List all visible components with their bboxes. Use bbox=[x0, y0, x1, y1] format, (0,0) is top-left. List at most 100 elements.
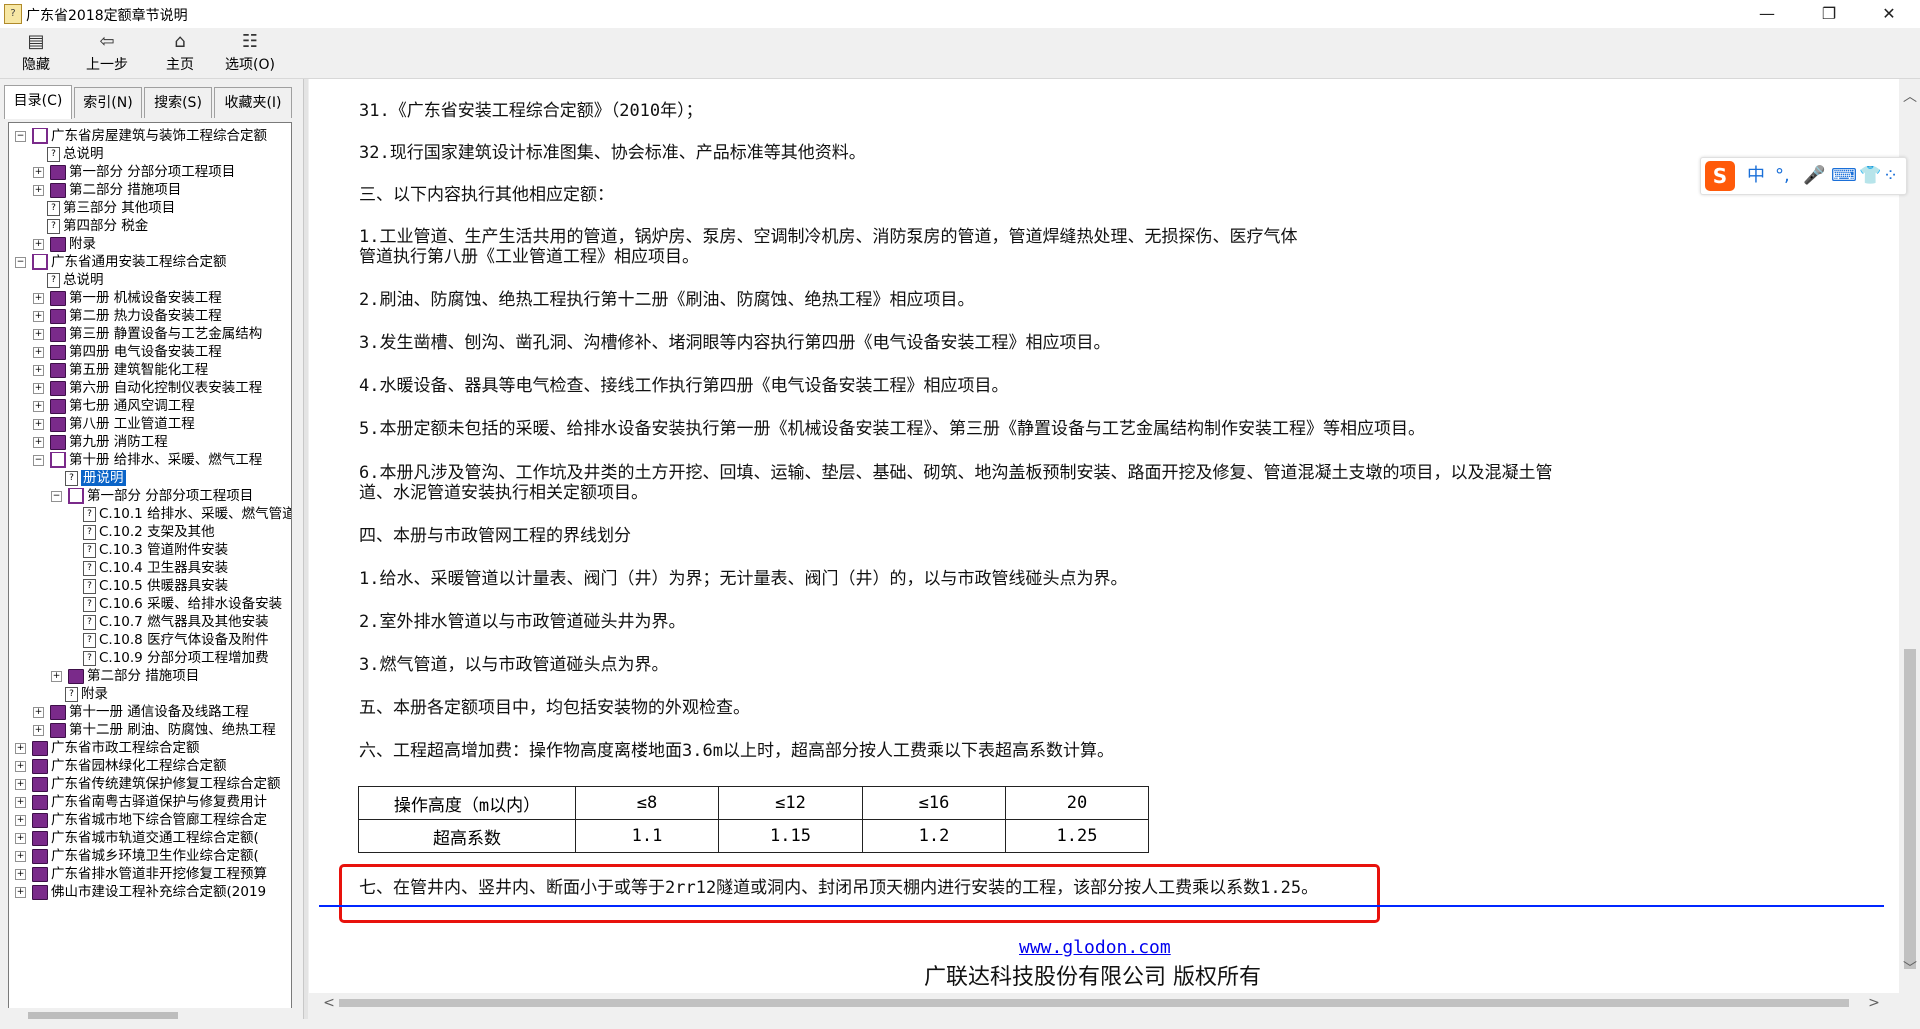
scroll-down-icon[interactable]: ﹀ bbox=[1900, 959, 1920, 979]
options-button[interactable]: ☷ 选项(O) bbox=[220, 30, 280, 76]
tab-favorites[interactable]: 收藏夹(I) bbox=[214, 87, 292, 118]
expand-icon[interactable]: + bbox=[15, 886, 26, 898]
expand-icon[interactable]: + bbox=[15, 796, 26, 808]
tree-item[interactable]: + 广东省园林绿化工程综合定额 bbox=[15, 757, 227, 775]
contents-tree[interactable]: − 广东省房屋建筑与装饰工程综合定额? 总说明 + 第一部分 分部分项工程项目 + 第二部分… bbox=[8, 122, 292, 1009]
tree-item[interactable]: + 广东省城市地下综合管廊工程综合定 bbox=[15, 811, 267, 829]
tree-item[interactable]: − 广东省房屋建筑与装饰工程综合定额 bbox=[15, 127, 267, 145]
expand-icon[interactable]: + bbox=[33, 184, 44, 196]
expand-icon[interactable]: + bbox=[33, 400, 44, 412]
scroll-right-icon[interactable]: > bbox=[1864, 993, 1884, 1013]
tree-item[interactable]: − 第十册 给排水、采暖、燃气工程 bbox=[33, 451, 262, 469]
collapse-icon[interactable]: − bbox=[15, 130, 26, 142]
tree-item[interactable]: ? 总说明 bbox=[47, 271, 104, 289]
tree-item[interactable]: ? C.10.8 医疗气体设备及附件 bbox=[83, 631, 269, 649]
tree-item[interactable]: + 第八册 工业管道工程 bbox=[33, 415, 195, 433]
tree-item[interactable]: + 第七册 通风空调工程 bbox=[33, 397, 195, 415]
expand-icon[interactable]: + bbox=[33, 292, 44, 304]
scroll-left-icon[interactable]: < bbox=[319, 993, 339, 1013]
tree-item[interactable]: ? 附录 bbox=[65, 685, 108, 703]
maximize-button[interactable]: ❐ bbox=[1798, 0, 1860, 28]
expand-icon[interactable]: + bbox=[33, 364, 44, 376]
tree-item[interactable]: + 第五册 建筑智能化工程 bbox=[33, 361, 208, 379]
tree-item[interactable]: ? C.10.4 卫生器具安装 bbox=[83, 559, 228, 577]
scroll-up-icon[interactable]: ︿ bbox=[1900, 87, 1920, 107]
microphone-icon[interactable]: 🎤 bbox=[1803, 164, 1825, 188]
tree-item[interactable]: ? C.10.7 燃气器具及其他安装 bbox=[83, 613, 269, 631]
tree-item[interactable]: + 佛山市建设工程补充综合定额(2019 bbox=[15, 883, 266, 901]
pane-splitter[interactable] bbox=[303, 79, 308, 1019]
tree-item[interactable]: − 广东省通用安装工程综合定额 bbox=[15, 253, 227, 271]
collapse-icon[interactable]: − bbox=[51, 490, 62, 502]
tree-item[interactable]: + 第二部分 措施项目 bbox=[51, 667, 199, 685]
expand-icon[interactable]: + bbox=[51, 670, 62, 682]
hide-button[interactable]: ▤ 隐藏 bbox=[6, 30, 66, 76]
tree-item[interactable]: + 第三册 静置设备与工艺金属结构 bbox=[33, 325, 262, 343]
tree-item[interactable]: ? 第三部分 其他项目 bbox=[47, 199, 175, 217]
tab-contents[interactable]: 目录(C) bbox=[4, 85, 72, 119]
tree-item[interactable]: + 广东省排水管道非开挖修复工程预算 bbox=[15, 865, 267, 883]
tree-item[interactable]: + 第十二册 刷油、防腐蚀、绝热工程 bbox=[33, 721, 276, 739]
expand-icon[interactable]: + bbox=[15, 742, 26, 754]
content-horizontal-scrollbar[interactable]: < > bbox=[309, 993, 1899, 1013]
tree-item[interactable]: ? C.10.3 管道附件安装 bbox=[83, 541, 228, 559]
tree-item[interactable]: + 广东省城乡环境卫生作业综合定额( bbox=[15, 847, 259, 865]
expand-icon[interactable]: + bbox=[33, 346, 44, 358]
tree-item[interactable]: + 广东省城市轨道交通工程综合定额( bbox=[15, 829, 259, 847]
expand-icon[interactable]: + bbox=[33, 418, 44, 430]
expand-icon[interactable]: + bbox=[33, 238, 44, 250]
tree-item[interactable]: − 第一部分 分部分项工程项目 bbox=[51, 487, 253, 505]
expand-icon[interactable]: + bbox=[33, 706, 44, 718]
tree-item[interactable]: ? C.10.2 支架及其他 bbox=[83, 523, 215, 541]
minimize-button[interactable]: — bbox=[1736, 0, 1798, 28]
tree-item[interactable]: + 第二部分 措施项目 bbox=[33, 181, 181, 199]
tree-item[interactable]: + 第一册 机械设备安装工程 bbox=[33, 289, 222, 307]
ime-punctuation[interactable]: °, bbox=[1775, 164, 1790, 188]
tree-item[interactable]: ? C.10.5 供暖器具安装 bbox=[83, 577, 228, 595]
close-button[interactable]: ✕ bbox=[1858, 0, 1920, 28]
collapse-icon[interactable]: − bbox=[33, 454, 44, 466]
tree-item[interactable]: + 广东省南粤古驿道保护与修复费用计 bbox=[15, 793, 267, 811]
expand-icon[interactable]: + bbox=[33, 724, 44, 736]
collapse-icon[interactable]: − bbox=[15, 256, 26, 268]
tree-item[interactable]: + 第二册 热力设备安装工程 bbox=[33, 307, 222, 325]
tab-search[interactable]: 搜索(S) bbox=[144, 87, 212, 118]
tree-item[interactable]: ? 总说明 bbox=[47, 145, 104, 163]
ime-chinese-mode[interactable]: 中 bbox=[1747, 164, 1765, 188]
expand-icon[interactable]: + bbox=[33, 166, 44, 178]
tree-item[interactable]: ? 册说明 bbox=[65, 469, 126, 487]
keyboard-icon[interactable]: ⌨ bbox=[1831, 164, 1857, 188]
expand-icon[interactable]: + bbox=[15, 760, 26, 772]
tree-item[interactable]: + 附录 bbox=[33, 235, 96, 253]
expand-icon[interactable]: + bbox=[15, 814, 26, 826]
tree-item[interactable]: + 第十一册 通信设备及线路工程 bbox=[33, 703, 249, 721]
expand-icon[interactable]: + bbox=[15, 850, 26, 862]
website-link[interactable]: www.glodon.com bbox=[1019, 937, 1171, 958]
horizontal-scroll-thumb[interactable] bbox=[339, 999, 1849, 1007]
tree-item[interactable]: + 第四册 电气设备安装工程 bbox=[33, 343, 222, 361]
tree-item[interactable]: + 广东省市政工程综合定额 bbox=[15, 739, 200, 757]
tree-item[interactable]: ? C.10.1 给排水、采暖、燃气管道 bbox=[83, 505, 291, 523]
tab-index[interactable]: 索引(N) bbox=[74, 87, 142, 118]
content-vertical-scrollbar[interactable]: ︿ ﹀ bbox=[1900, 79, 1920, 1014]
tree-item[interactable]: + 第九册 消防工程 bbox=[33, 433, 168, 451]
tree-item[interactable]: ? C.10.6 采暖、给排水设备安装 bbox=[83, 595, 282, 613]
tree-item[interactable]: + 第一部分 分部分项工程项目 bbox=[33, 163, 235, 181]
tree-item[interactable]: ? 第四部分 税金 bbox=[47, 217, 148, 235]
expand-icon[interactable]: + bbox=[33, 310, 44, 322]
expand-icon[interactable]: + bbox=[15, 868, 26, 880]
home-button[interactable]: ⌂ 主页 bbox=[150, 30, 210, 76]
expand-icon[interactable]: + bbox=[33, 436, 44, 448]
skin-icon[interactable]: 👕 bbox=[1859, 164, 1881, 188]
sogou-logo-icon[interactable]: S bbox=[1705, 161, 1735, 191]
ime-toolbar[interactable]: S 中 °, 🎤 ⌨ 👕 ⁘ bbox=[1700, 157, 1907, 195]
tree-item[interactable]: + 第六册 自动化控制仪表安装工程 bbox=[33, 379, 262, 397]
tree-item[interactable]: + 广东省传统建筑保护修复工程综合定额 bbox=[15, 775, 281, 793]
tree-item[interactable]: ? C.10.9 分部分项工程增加费 bbox=[83, 649, 269, 667]
toolbox-icon[interactable]: ⁘ bbox=[1883, 164, 1898, 188]
tree-scroll-thumb[interactable] bbox=[28, 1012, 178, 1019]
expand-icon[interactable]: + bbox=[15, 832, 26, 844]
expand-icon[interactable]: + bbox=[33, 382, 44, 394]
back-button[interactable]: ⇦ 上一步 bbox=[77, 30, 137, 76]
expand-icon[interactable]: + bbox=[33, 328, 44, 340]
